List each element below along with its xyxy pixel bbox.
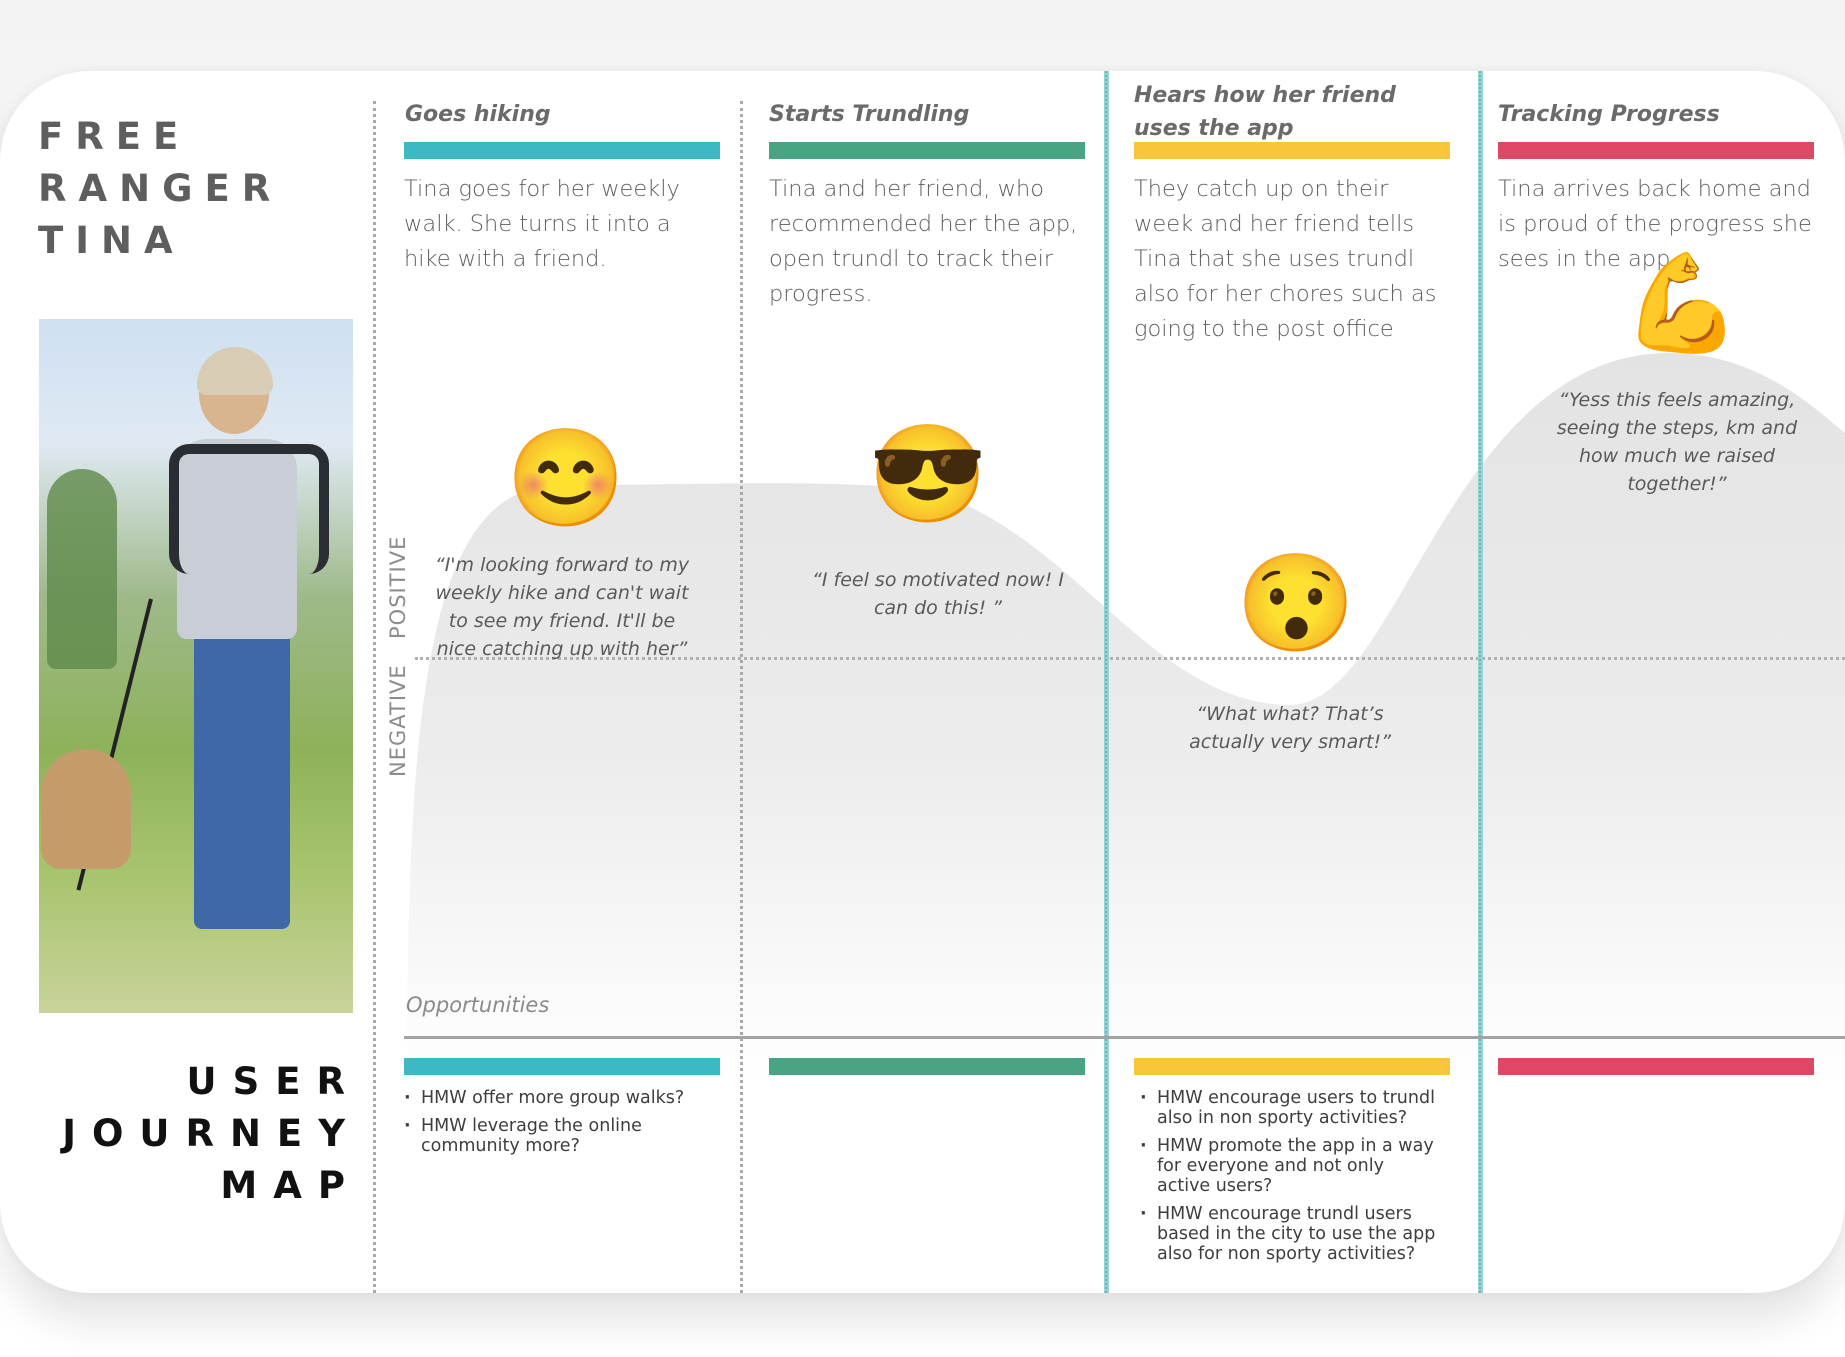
stage-title: Starts Trundling xyxy=(769,102,970,127)
stage-color-bar xyxy=(1134,142,1450,159)
column-divider xyxy=(740,101,743,1293)
opportunity-item: HMW encourage trundl users based in the … xyxy=(1140,1204,1440,1264)
hushed-face-icon: 😯 xyxy=(1236,550,1356,657)
highlight-divider xyxy=(1478,71,1483,1293)
opportunity-item: HMW promote the app in a way for everyon… xyxy=(1140,1136,1440,1196)
stage-description: They catch up on their week and her frie… xyxy=(1134,176,1437,342)
smiling-face-icon: 😊 xyxy=(506,425,626,532)
sunglasses-face-icon: 😎 xyxy=(868,421,988,528)
stage-color-bar xyxy=(769,142,1085,159)
opportunity-list: HMW offer more group walks? HMW leverage… xyxy=(404,1088,714,1164)
journey-map-card: FREE RANGER TINA USER JOURNEY MAP POSITI… xyxy=(0,71,1845,1293)
opportunity-item: HMW offer more group walks? xyxy=(404,1088,714,1108)
flexed-biceps-icon: 💪 xyxy=(1622,250,1742,357)
stage-title: Hears how her friend uses the app xyxy=(1134,83,1396,141)
opportunities-divider xyxy=(404,1036,1845,1039)
stage-color-bar xyxy=(1498,142,1814,159)
stage-description: Tina goes for her weekly walk. She turns… xyxy=(404,176,680,272)
stage-title: Tracking Progress xyxy=(1498,102,1720,127)
column-divider xyxy=(373,101,376,1293)
stage-quote: “What what? That’s actually very smart!” xyxy=(1189,703,1391,753)
opportunity-color-bar xyxy=(769,1058,1085,1075)
opportunity-list: HMW encourage users to trundl also in no… xyxy=(1140,1088,1440,1272)
opportunity-color-bar xyxy=(404,1058,720,1075)
axis-label-positive: POSITIVE xyxy=(386,535,410,639)
axis-label-negative: NEGATIVE xyxy=(386,664,410,777)
stage-quote: “Yess this feels amazing, seeing the ste… xyxy=(1556,389,1798,495)
stage-title: Goes hiking xyxy=(405,102,551,127)
opportunity-color-bar xyxy=(1134,1058,1450,1075)
stage-quote: “I'm looking forward to my weekly hike a… xyxy=(434,554,690,660)
stage-color-bar xyxy=(404,142,720,159)
highlight-divider xyxy=(1104,71,1109,1293)
stage-description: Tina and her friend, who recommended her… xyxy=(769,176,1078,307)
opportunity-item: HMW leverage the online community more? xyxy=(404,1116,714,1156)
opportunity-item: HMW encourage users to trundl also in no… xyxy=(1140,1088,1440,1128)
stage-quote: “I feel so motivated now! I can do this!… xyxy=(812,569,1064,619)
opportunity-color-bar xyxy=(1498,1058,1814,1075)
opportunities-label: Opportunities xyxy=(406,993,550,1017)
